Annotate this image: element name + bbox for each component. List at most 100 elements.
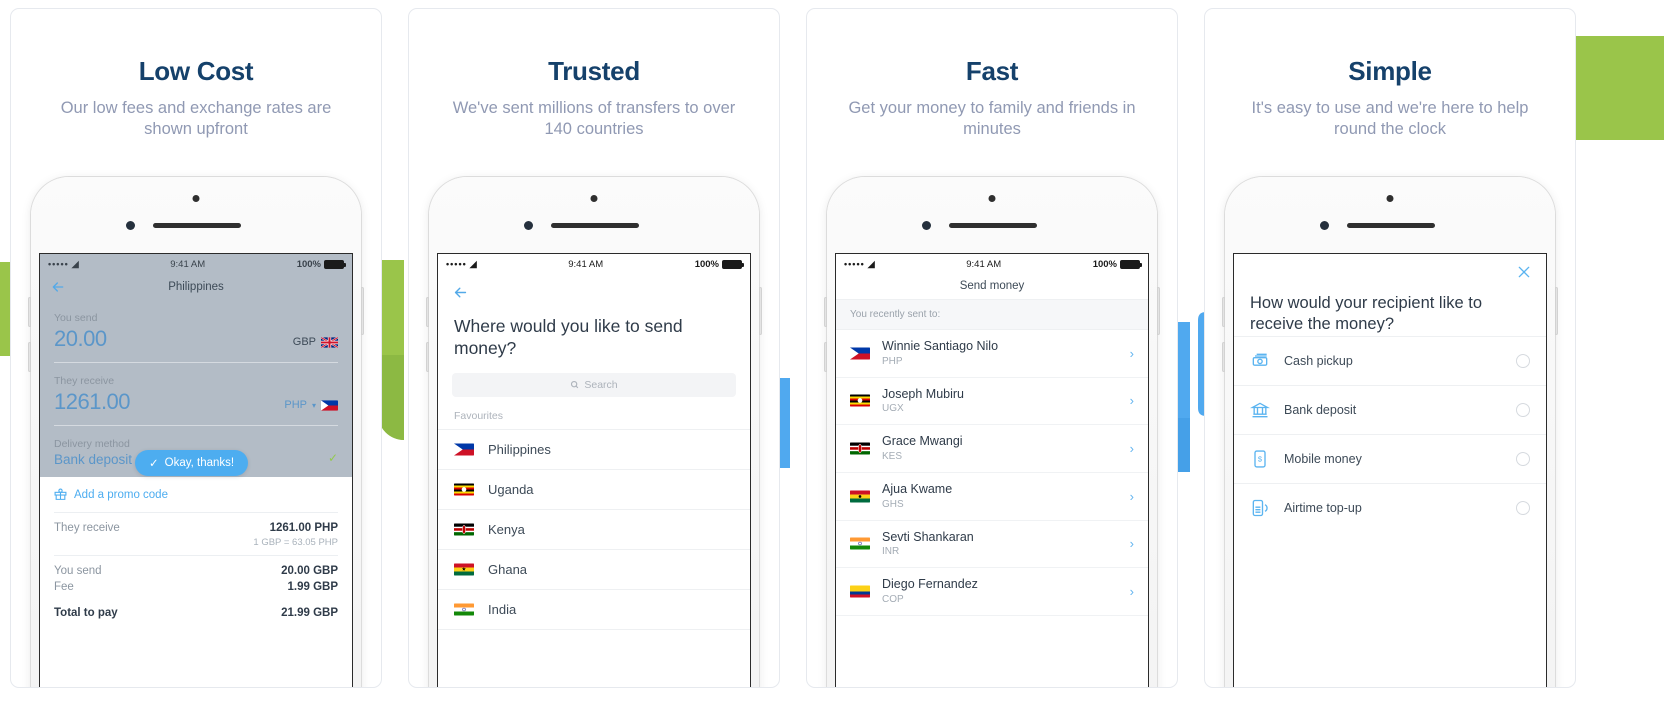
page-title: Low Cost	[138, 56, 254, 86]
country-name: Uganda	[488, 481, 534, 497]
list-item[interactable]: Diego Fernandez COP ›	[836, 568, 1148, 616]
ug-flag-icon	[454, 483, 474, 496]
status-bar-right: 100%	[695, 259, 744, 270]
method-label: Cash pickup	[1284, 353, 1353, 368]
phone-sensor	[126, 221, 135, 230]
back-button[interactable]	[438, 274, 750, 306]
battery-icon	[722, 259, 744, 269]
summary-row: They receive 1261.00 PHP	[40, 513, 352, 536]
panel-trusted: Trusted We've sent millions of transfers…	[408, 8, 780, 688]
phone-volume-buttons	[426, 297, 429, 327]
wifi-icon: ◢	[71, 258, 79, 269]
you-send-value[interactable]: 20.00	[54, 326, 107, 352]
phone-mockup: ••••• ◢ 9:41 AM 100% Send money You rece…	[824, 177, 1160, 687]
contact-currency: INR	[882, 546, 900, 558]
list-item[interactable]: Philippines	[438, 428, 750, 469]
contact-currency: KES	[882, 450, 903, 462]
list-item[interactable]: Kenya	[438, 508, 750, 549]
they-receive-block[interactable]: They receive 1261.00 PHP ▾	[40, 363, 352, 417]
recent-recipients-label: You recently sent to:	[836, 299, 1148, 330]
list-item[interactable]: Winnie Santiago Nilo PHP ›	[836, 330, 1148, 378]
list-item[interactable]: India	[438, 588, 750, 629]
phone-screen: ••••• ◢ 9:41 AM 100% Philippines You sen…	[39, 253, 353, 687]
summary-key: They receive	[54, 522, 120, 534]
screen-heading: How would your recipient like to receive…	[1250, 294, 1483, 334]
phone-volume-buttons	[824, 342, 827, 372]
panel-simple: Simple It's easy to use and we're here t…	[1204, 8, 1576, 688]
list-item[interactable]: Ghana	[438, 548, 750, 589]
gh-flag-icon	[454, 563, 474, 576]
contact-name: Winnie Santiago Nilo	[882, 339, 999, 353]
phone-mockup: ••••• ◢ 9:41 AM 100% Where would you lik…	[426, 177, 762, 687]
they-receive-value[interactable]: 1261.00	[54, 389, 131, 415]
status-bar-time: 9:41 AM	[966, 258, 1002, 270]
page-subtitle: We've sent millions of transfers to over…	[452, 98, 736, 139]
screenshot-stage: Low Cost Our low fees and exchange rates…	[0, 0, 1664, 702]
radio-button[interactable]	[1516, 402, 1530, 417]
phone-power-button	[1157, 287, 1160, 335]
co-flag-icon	[850, 585, 870, 598]
chevron-right-icon: ›	[1129, 441, 1134, 457]
list-item[interactable]: Joseph Mubiru UGX ›	[836, 378, 1148, 426]
phone-volume-buttons	[1222, 342, 1225, 372]
bank-icon	[1250, 402, 1270, 418]
phone-camera	[988, 195, 996, 202]
summary-key: Fee	[54, 581, 74, 593]
list-item[interactable]: $ Mobile money	[1234, 433, 1546, 483]
radio-button[interactable]	[1516, 451, 1530, 466]
list-item[interactable]	[438, 628, 750, 639]
panel-low-cost: Low Cost Our low fees and exchange rates…	[10, 8, 382, 688]
contact-info: Sevti Shankaran INR	[882, 530, 974, 559]
total-value: 21.99 GBP	[281, 607, 338, 619]
contact-info: Diego Fernandez COP	[882, 577, 978, 606]
list-item[interactable]: Grace Mwangi KES ›	[836, 425, 1148, 473]
phone-speaker	[949, 223, 1037, 228]
you-send-block[interactable]: You send 20.00 GBP	[40, 300, 352, 354]
check-icon: ✓	[149, 458, 159, 470]
you-send-currency-selector[interactable]: GBP	[293, 336, 338, 352]
status-bar: ••••• ◢ 9:41 AM 100%	[836, 254, 1148, 274]
radio-button[interactable]	[1516, 353, 1530, 368]
they-receive-label: They receive	[54, 375, 115, 387]
list-item[interactable]: Cash pickup	[1234, 335, 1546, 385]
panel-header: Fast Get your money to family and friend…	[807, 9, 1177, 141]
close-icon	[1518, 266, 1530, 278]
phone-bezel	[31, 177, 361, 253]
favourites-label: Favourites	[454, 409, 504, 422]
list-item[interactable]: Ajua Kwame GHS ›	[836, 473, 1148, 521]
summary-key: You send	[54, 565, 102, 577]
phone-speaker	[153, 223, 241, 228]
add-promo-code-button[interactable]: Add a promo code	[40, 477, 352, 512]
phone-volume-buttons	[28, 342, 31, 372]
phone-sensor	[922, 221, 931, 230]
search-icon	[571, 381, 579, 389]
list-item[interactable]: Airtime top-up	[1234, 482, 1546, 532]
ug-flag-icon	[850, 394, 870, 407]
back-arrow-icon[interactable]	[50, 279, 66, 295]
search-input[interactable]: Search	[452, 372, 736, 397]
phone-volume-buttons	[824, 297, 827, 327]
close-button[interactable]	[1234, 254, 1546, 285]
list-item[interactable]: Bank deposit	[1234, 384, 1546, 434]
phone-power-button	[361, 287, 364, 335]
ph-flag-icon	[454, 443, 474, 456]
country-name: Ghana	[488, 561, 528, 577]
chevron-right-icon: ›	[1129, 345, 1134, 361]
phone-screen: ••••• ◢ 9:41 AM 100% Where would you lik…	[437, 253, 751, 687]
summary-value: 1261.00 PHP	[269, 522, 338, 534]
they-receive-currency-selector[interactable]: PHP ▾	[284, 399, 338, 415]
contact-name: Ajua Kwame	[882, 481, 953, 496]
list-item[interactable]: Uganda	[438, 468, 750, 509]
check-icon: ✓	[327, 451, 338, 465]
radio-button[interactable]	[1516, 500, 1530, 515]
status-bar-left: ••••• ◢	[48, 259, 79, 270]
list-item[interactable]: Sevti Shankaran INR ›	[836, 521, 1148, 569]
page-subtitle: Our low fees and exchange rates are show…	[60, 98, 332, 139]
contact-info: Winnie Santiago Nilo PHP	[882, 339, 998, 368]
panel-header: Simple It's easy to use and we're here t…	[1205, 9, 1575, 141]
chevron-down-icon: ▾	[311, 400, 316, 410]
contact-name: Diego Fernandez	[882, 577, 978, 592]
phone-mockup: How would your recipient like to receive…	[1222, 177, 1558, 687]
summary-row: You send 20.00 GBP	[40, 556, 352, 579]
okay-thanks-button[interactable]: ✓ Okay, thanks!	[135, 450, 249, 476]
